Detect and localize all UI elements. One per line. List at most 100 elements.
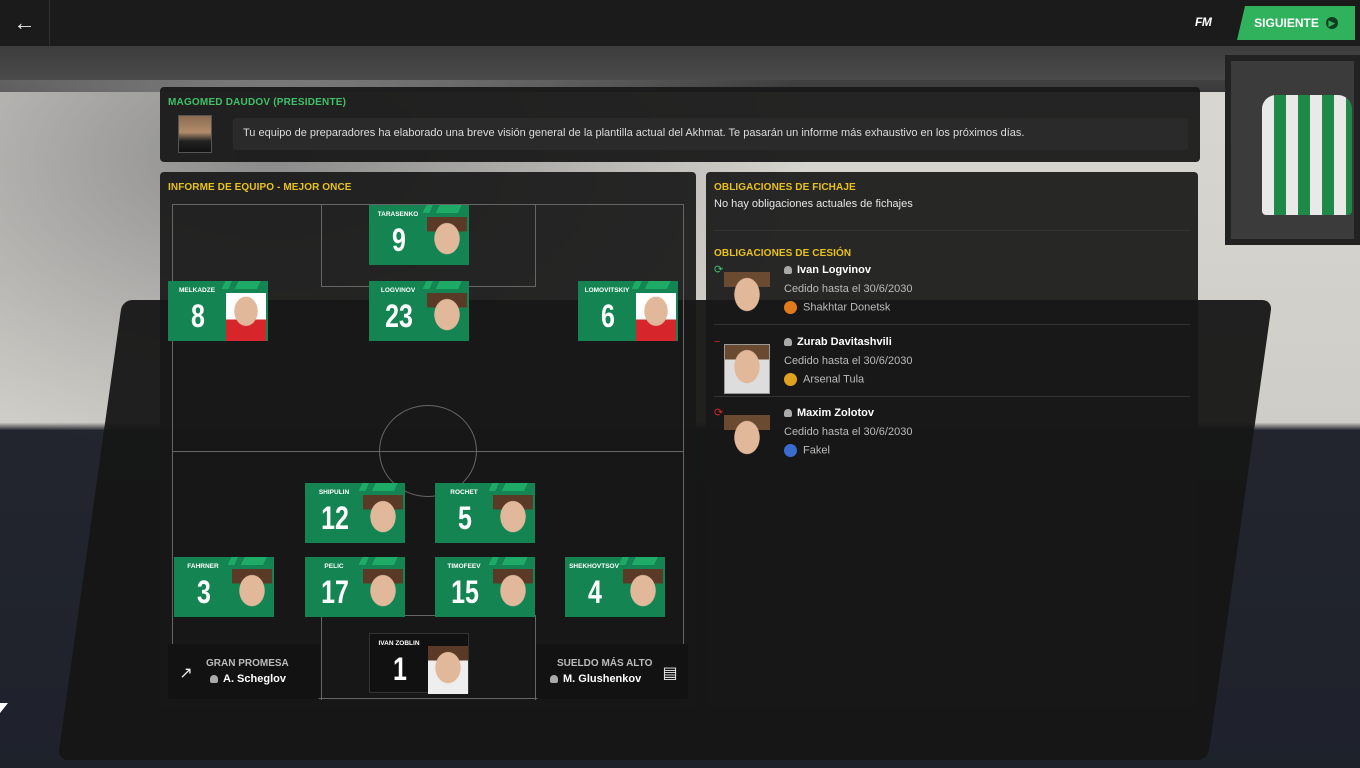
arrow-left-icon: ←: [13, 10, 36, 35]
player-name: IVAN ZOBLIN: [378, 640, 420, 647]
loan-player-name-text: Maxim Zolotov: [797, 407, 875, 419]
player-name: SHIPULIN: [318, 489, 350, 496]
player-card-goalkeeper[interactable]: IVAN ZOBLIN 1: [369, 633, 469, 694]
divider: [714, 396, 1190, 397]
person-icon: [784, 338, 792, 347]
player-number: 1: [393, 651, 407, 687]
loan-club-name: Arsenal Tula: [803, 373, 865, 386]
loan-player-name-text: Ivan Logvinov: [797, 264, 871, 276]
pitch: [172, 204, 684, 700]
player-photo: [427, 293, 467, 341]
obligations-panel: OBLIGACIONES DE FICHAJE No hay obligacio…: [706, 172, 1198, 707]
money-icon: ▤: [662, 665, 678, 682]
player-card-shipulin[interactable]: SHIPULIN 12: [305, 483, 405, 543]
trend-up-icon: ↗: [179, 665, 193, 682]
prospect-box[interactable]: ↗ GRAN PROMESA A. Scheglov: [168, 644, 320, 699]
divider: [714, 230, 1190, 231]
player-name: TIMOFEEV: [447, 563, 481, 570]
prospect-player: A. Scheglov: [210, 673, 286, 685]
loan-club[interactable]: Fakel: [784, 444, 830, 457]
loan-player-name[interactable]: Maxim Zolotov: [784, 407, 874, 419]
player-card-tarasenko[interactable]: TARASENKO 9: [369, 205, 469, 265]
player-card-fahrner[interactable]: FAHRNER 3: [174, 557, 274, 617]
framed-jersey: [1225, 55, 1360, 245]
player-photo: [363, 495, 403, 543]
mouse-cursor: [0, 703, 8, 713]
player-card-shekhovtsov[interactable]: SHEKHOVTSOV 4: [565, 557, 665, 617]
prospect-player-name: A. Scheglov: [223, 673, 286, 685]
fm-logo: FM: [1195, 15, 1212, 29]
player-number: 12: [321, 500, 349, 536]
player-photo: [623, 569, 663, 617]
loan-until: Cedido hasta el 30/6/2030: [784, 283, 913, 295]
player-name: LOMOVITSKIY: [584, 287, 630, 294]
loan-club-name: Fakel: [803, 444, 830, 457]
player-photo: [724, 344, 770, 394]
person-icon: [784, 409, 792, 418]
loan-player-name[interactable]: Zurab Davitashvili: [784, 336, 892, 348]
player-name: SHEKHOVTSOV: [569, 563, 619, 570]
player-photo: [724, 272, 770, 322]
top-salary-label: SUELDO MÁS ALTO: [557, 658, 653, 669]
player-card-rochet[interactable]: ROCHET 5: [435, 483, 535, 543]
player-card-pelic[interactable]: PELIC 17: [305, 557, 405, 617]
person-icon: [550, 675, 558, 684]
person-icon: [210, 675, 218, 684]
loan-club[interactable]: Arsenal Tula: [784, 373, 864, 386]
player-number: 15: [451, 574, 479, 610]
player-photo: [493, 569, 533, 617]
message-text: Tu equipo de preparadores ha elaborado u…: [233, 118, 1188, 150]
team-report-panel: INFORME DE EQUIPO - MEJOR ONCE TARASENKO…: [160, 172, 696, 707]
top-bar: ← FM SIGUIENTE ▶: [0, 0, 1360, 46]
club-badge-icon: [784, 444, 797, 457]
player-name: FAHRNER: [187, 563, 219, 570]
player-number: 9: [392, 222, 406, 258]
player-number: 17: [321, 574, 349, 610]
divider: [714, 324, 1190, 325]
next-button[interactable]: SIGUIENTE ▶: [1237, 6, 1355, 40]
loan-obligations-title: OBLIGACIONES DE CESIÓN: [714, 248, 852, 259]
message-sender: MAGOMED DAUDOV (PRESIDENTE): [168, 97, 347, 108]
player-number: 3: [197, 574, 211, 610]
top-salary-player-name: M. Glushenkov: [563, 673, 642, 685]
player-photo: [232, 569, 272, 617]
loan-item[interactable]: ⟳ Maxim Zolotov Cedido hasta el 30/6/203…: [714, 407, 1190, 477]
loan-until: Cedido hasta el 30/6/2030: [784, 355, 913, 367]
player-name: ROCHET: [450, 489, 478, 496]
top-salary-player: M. Glushenkov: [550, 673, 641, 685]
player-card-lomovitskiy[interactable]: LOMOVITSKIY 6: [578, 281, 678, 341]
player-card-melkadze[interactable]: MELKADZE 8: [168, 281, 268, 341]
player-photo: [427, 217, 467, 265]
player-card-timofeev[interactable]: TIMOFEEV 15: [435, 557, 535, 617]
arrow-right-circle-icon: ▶: [1325, 17, 1338, 29]
player-number: 4: [588, 574, 602, 610]
player-name: LOGVINOV: [380, 287, 416, 294]
signing-obligations-text: No hay obligaciones actuales de fichajes: [714, 198, 913, 210]
jersey-image: [1262, 95, 1352, 215]
top-salary-box[interactable]: SUELDO MÁS ALTO M. Glushenkov ▤: [536, 644, 688, 699]
loan-until: Cedido hasta el 30/6/2030: [784, 426, 913, 438]
president-message: MAGOMED DAUDOV (PRESIDENTE) Tu equipo de…: [160, 87, 1200, 162]
president-avatar: [178, 115, 212, 153]
player-photo: [226, 293, 266, 341]
player-name: TARASENKO: [377, 211, 419, 218]
loan-player-name-text: Zurab Davitashvili: [797, 336, 892, 348]
player-photo: [363, 569, 403, 617]
back-button[interactable]: ←: [0, 0, 50, 46]
club-badge-icon: [784, 373, 797, 386]
player-photo: [493, 495, 533, 543]
player-photo: [428, 646, 468, 694]
player-number: 8: [191, 298, 205, 334]
player-number: 23: [385, 298, 413, 334]
loan-club-name: Shakhtar Donetsk: [803, 301, 891, 314]
player-name: MELKADZE: [178, 287, 216, 294]
club-badge-icon: [784, 301, 797, 314]
player-number: 6: [601, 298, 615, 334]
loan-club[interactable]: Shakhtar Donetsk: [784, 301, 890, 314]
person-icon: [784, 266, 792, 275]
next-button-label: SIGUIENTE: [1254, 16, 1319, 30]
loan-player-name[interactable]: Ivan Logvinov: [784, 264, 871, 276]
player-number: 5: [458, 500, 472, 536]
player-photo: [636, 293, 676, 341]
player-card-logvinov[interactable]: LOGVINOV 23: [369, 281, 469, 341]
